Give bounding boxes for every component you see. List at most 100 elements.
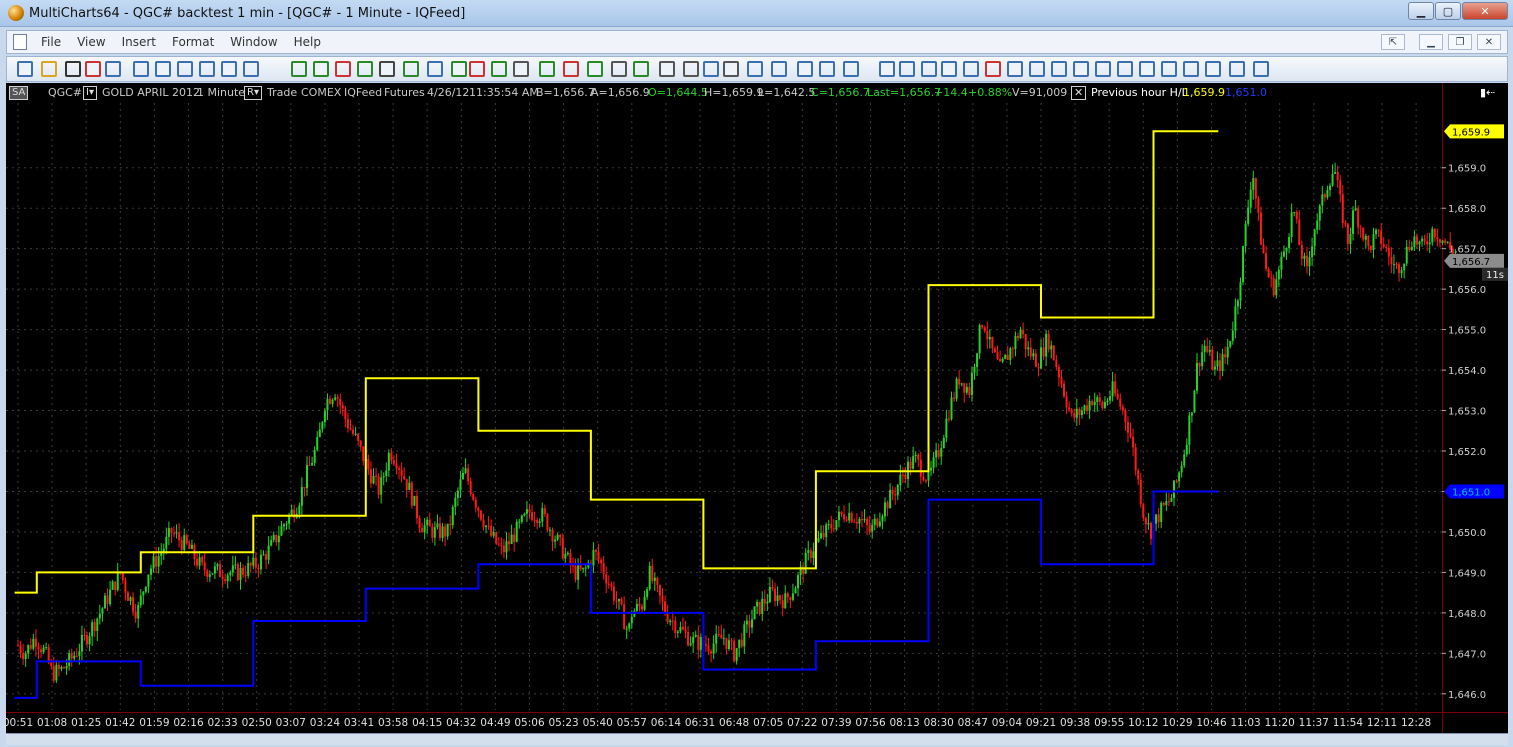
candle-body [658, 585, 661, 596]
chart-area[interactable]: SA QGC# I▾ GOLD APRIL 2012 1 Minute R▾ T… [6, 83, 1508, 733]
toolbar-tool-icon[interactable] [1073, 61, 1089, 77]
menu-view[interactable]: View [69, 35, 113, 49]
candle-body [661, 595, 664, 602]
toolbar-tool-icon[interactable] [243, 61, 259, 77]
close-button[interactable]: ✕ [1462, 2, 1508, 20]
x-tick-label: 03:24 [310, 717, 341, 729]
toolbar-tool-icon[interactable] [1051, 61, 1067, 77]
toolbar-tool-icon[interactable] [313, 61, 329, 77]
candle-body [832, 528, 835, 530]
minimize-button[interactable]: ▁ [1408, 2, 1434, 20]
candle-body [996, 352, 999, 360]
toolbar-tool-icon[interactable] [65, 61, 81, 77]
toolbar-tool-icon[interactable] [199, 61, 215, 77]
toolbar-tool-icon[interactable] [539, 61, 555, 77]
toolbar-tool-icon[interactable] [1161, 61, 1177, 77]
toolbar-tool-icon[interactable] [703, 61, 719, 77]
mdi-restore-icon[interactable]: ⇱ [1381, 34, 1405, 50]
mdi-maximize-button[interactable]: ❐ [1448, 34, 1472, 50]
toolbar-tool-icon[interactable] [1117, 61, 1133, 77]
candle-body [1190, 412, 1193, 416]
toolbar-tool-icon[interactable] [819, 61, 835, 77]
toolbar-tool-icon[interactable] [1095, 61, 1111, 77]
candle-body [303, 487, 306, 489]
toolbar-tool-icon[interactable] [1229, 61, 1245, 77]
toolbar-tool-icon[interactable] [659, 61, 675, 77]
toolbar-tool-icon[interactable] [587, 61, 603, 77]
candle-body [454, 497, 457, 507]
candle-body [1259, 212, 1262, 245]
toolbar-tool-icon[interactable] [921, 61, 937, 77]
toolbar-tool-icon[interactable] [491, 61, 507, 77]
toolbar-tool-icon[interactable] [379, 61, 395, 77]
toolbar-tool-icon[interactable] [451, 61, 467, 77]
toolbar-tool-icon[interactable] [563, 61, 579, 77]
candle-body [27, 645, 30, 654]
candle-body [1446, 241, 1449, 243]
toolbar-tool-icon[interactable] [41, 61, 57, 77]
toolbar-tool-icon[interactable] [105, 61, 121, 77]
toolbar-tool-icon[interactable] [335, 61, 351, 77]
toolbar-tool-icon[interactable] [1139, 61, 1155, 77]
candle-body [500, 544, 503, 546]
document-icon[interactable] [13, 34, 27, 50]
candle-body [86, 635, 89, 645]
candle-body [431, 526, 434, 538]
candle-body [538, 521, 541, 524]
menu-format[interactable]: Format [164, 35, 222, 49]
toolbar-tool-icon[interactable] [221, 61, 237, 77]
menu-help[interactable]: Help [286, 35, 329, 49]
toolbar-tool-icon[interactable] [177, 61, 193, 77]
toolbar-tool-icon[interactable] [85, 61, 101, 77]
candle-body [1101, 401, 1104, 409]
candle-body [78, 651, 81, 656]
toolbar-tool-icon[interactable] [357, 61, 373, 77]
candle-body [40, 649, 43, 653]
toolbar-tool-icon[interactable] [155, 61, 171, 77]
menu-window[interactable]: Window [222, 35, 285, 49]
candle-body [236, 564, 239, 580]
multicharts-logo-icon [8, 5, 24, 21]
candle-body [341, 405, 344, 409]
toolbar-tool-icon[interactable] [469, 61, 485, 77]
candle-body [1321, 194, 1324, 206]
toolbar-tool-icon[interactable] [291, 61, 307, 77]
toolbar-tool-icon[interactable] [427, 61, 443, 77]
toolbar-tool-icon[interactable] [633, 61, 649, 77]
toolbar-tool-icon[interactable] [899, 61, 915, 77]
candle-body [692, 636, 695, 644]
toolbar-tool-icon[interactable] [797, 61, 813, 77]
toolbar-tool-icon[interactable] [1205, 61, 1221, 77]
candle-body [170, 528, 173, 534]
toolbar-tool-icon[interactable] [17, 61, 33, 77]
toolbar-tool-icon[interactable] [963, 61, 979, 77]
toolbar-tool-icon[interactable] [723, 61, 739, 77]
toolbar-tool-icon[interactable] [1029, 61, 1045, 77]
toolbar-tool-icon[interactable] [611, 61, 627, 77]
toolbar-tool-icon[interactable] [843, 61, 859, 77]
price-chart[interactable]: 1,646.0 1,647.0 1,648.0 1,649.0 1,650.0 1,651… [6, 83, 1508, 733]
toolbar-tool-icon[interactable] [683, 61, 699, 77]
mdi-close-button[interactable]: ✕ [1477, 34, 1501, 50]
toolbar-tool-icon[interactable] [985, 61, 1001, 77]
toolbar-tool-icon[interactable] [747, 61, 763, 77]
toolbar-tool-icon[interactable] [1183, 61, 1199, 77]
toolbar-tool-icon[interactable] [879, 61, 895, 77]
candle-body [710, 651, 713, 654]
menu-file[interactable]: File [33, 35, 69, 49]
toolbar-tool-icon[interactable] [133, 61, 149, 77]
candle-body [1323, 194, 1326, 198]
maximize-button[interactable]: ▢ [1435, 2, 1461, 20]
y-tick-label: 1,648.0 [1448, 609, 1486, 620]
candle-body [937, 450, 940, 457]
toolbar-tool-icon[interactable] [513, 61, 529, 77]
toolbar-tool-icon[interactable] [771, 61, 787, 77]
mdi-minimize-button[interactable]: ▁ [1419, 34, 1443, 50]
toolbar-tool-icon[interactable] [1253, 61, 1269, 77]
toolbar-tool-icon[interactable] [941, 61, 957, 77]
toolbar-tool-icon[interactable] [1007, 61, 1023, 77]
candle-body [779, 595, 782, 601]
menu-insert[interactable]: Insert [114, 35, 164, 49]
toolbar-tool-icon[interactable] [403, 61, 419, 77]
candle-body [469, 481, 472, 495]
